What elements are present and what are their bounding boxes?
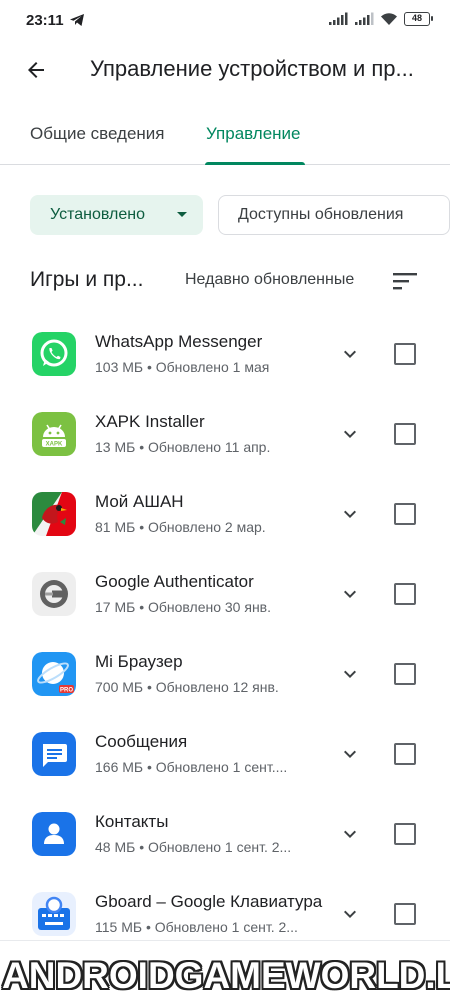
- app-name: Сообщения: [95, 732, 188, 751]
- app-meta: 48 МБ • Обновлено 1 сент. 2...: [95, 839, 292, 855]
- signal-icon: [355, 12, 374, 25]
- sort-icon[interactable]: [392, 270, 418, 292]
- wifi-icon: [381, 13, 397, 25]
- app-meta: 166 МБ • Обновлено 1 сент....: [95, 759, 288, 775]
- tab-bar: Общие сведения Управление: [0, 110, 450, 165]
- select-checkbox[interactable]: [394, 503, 416, 525]
- gboard-icon: [32, 892, 76, 936]
- installed-filter-chip[interactable]: Установлено: [30, 195, 203, 235]
- page-title: Управление устройством и пр...: [90, 56, 414, 81]
- active-tab-indicator: [205, 162, 305, 165]
- updates-available-chip[interactable]: Доступны обновления: [218, 195, 450, 235]
- app-meta: 17 МБ • Обновлено 30 янв.: [95, 599, 271, 615]
- signal-icon: [329, 12, 348, 25]
- back-button[interactable]: [20, 54, 52, 86]
- select-checkbox[interactable]: [394, 823, 416, 845]
- chevron-down-icon[interactable]: [338, 742, 362, 766]
- mi-browser-icon-label: PRO: [60, 688, 73, 694]
- installed-chip-label: Установлено: [50, 206, 145, 223]
- app-meta: 700 МБ • Обновлено 12 янв.: [95, 679, 279, 695]
- status-bar: 23:11 48: [0, 0, 450, 40]
- app-header: Управление устройством и пр...: [0, 40, 450, 100]
- list-item[interactable]: Google Authenticator 17 МБ • Обновлено 3…: [0, 554, 450, 634]
- auchan-icon: [32, 492, 76, 536]
- whatsapp-icon: [32, 332, 76, 376]
- app-meta: 115 МБ • Обновлено 1 сент. 2...: [95, 919, 298, 935]
- tab-manage[interactable]: Управление: [206, 124, 301, 144]
- chevron-down-icon[interactable]: [338, 902, 362, 926]
- app-name: Google Authenticator: [95, 572, 254, 591]
- authenticator-icon: [32, 572, 76, 616]
- select-checkbox[interactable]: [394, 583, 416, 605]
- select-checkbox[interactable]: [394, 423, 416, 445]
- select-checkbox[interactable]: [394, 663, 416, 685]
- list-item[interactable]: PRO Mi Браузер 700 МБ • Обновлено 12 янв…: [0, 634, 450, 714]
- chevron-down-icon[interactable]: [338, 422, 362, 446]
- chevron-down-icon[interactable]: [338, 582, 362, 606]
- app-meta: 81 МБ • Обновлено 2 мар.: [95, 519, 266, 535]
- watermark: ANDROIDGAMEWORLD.LA: [2, 955, 450, 996]
- select-checkbox[interactable]: [394, 343, 416, 365]
- list-item[interactable]: XAPK XAPK Installer 13 МБ • Обновлено 11…: [0, 394, 450, 474]
- telegram-icon: [70, 14, 84, 26]
- tab-overview[interactable]: Общие сведения: [30, 124, 165, 144]
- app-name: Контакты: [95, 812, 169, 831]
- section-title: Игры и пр...: [30, 268, 144, 291]
- app-meta: 13 МБ • Обновлено 11 апр.: [95, 439, 271, 455]
- list-item[interactable]: Контакты 48 МБ • Обновлено 1 сент. 2...: [0, 794, 450, 874]
- sort-label[interactable]: Недавно обновленные: [185, 271, 354, 289]
- dropdown-caret-icon: [177, 212, 187, 217]
- chevron-down-icon[interactable]: [338, 662, 362, 686]
- list-item[interactable]: Мой АШАН 81 МБ • Обновлено 2 мар.: [0, 474, 450, 554]
- battery-icon: 48: [404, 12, 433, 26]
- app-name: Mi Браузер: [95, 652, 183, 671]
- messages-icon: [32, 732, 76, 776]
- status-icons: 48: [328, 12, 433, 26]
- arrow-back-icon: [28, 62, 44, 78]
- select-checkbox[interactable]: [394, 903, 416, 925]
- xapk-icon-label: XAPK: [46, 442, 63, 448]
- app-name: Gboard – Google Клавиатура: [95, 892, 323, 911]
- chevron-down-icon[interactable]: [338, 502, 362, 526]
- app-name: XAPK Installer: [95, 412, 205, 431]
- status-time: 23:11: [26, 12, 64, 29]
- updates-chip-label: Доступны обновления: [238, 206, 404, 223]
- chevron-down-icon[interactable]: [338, 822, 362, 846]
- mi-browser-icon: PRO: [32, 652, 76, 696]
- chevron-down-icon[interactable]: [338, 342, 362, 366]
- contacts-icon: [32, 812, 76, 856]
- list-item[interactable]: Сообщения 166 МБ • Обновлено 1 сент....: [0, 714, 450, 794]
- app-name: Мой АШАН: [95, 492, 184, 511]
- app-meta: 103 МБ • Обновлено 1 мая: [95, 359, 270, 375]
- app-name: WhatsApp Messenger: [95, 332, 263, 351]
- list-item[interactable]: WhatsApp Messenger 103 МБ • Обновлено 1 …: [0, 314, 450, 394]
- xapk-icon: XAPK: [32, 412, 76, 456]
- select-checkbox[interactable]: [394, 743, 416, 765]
